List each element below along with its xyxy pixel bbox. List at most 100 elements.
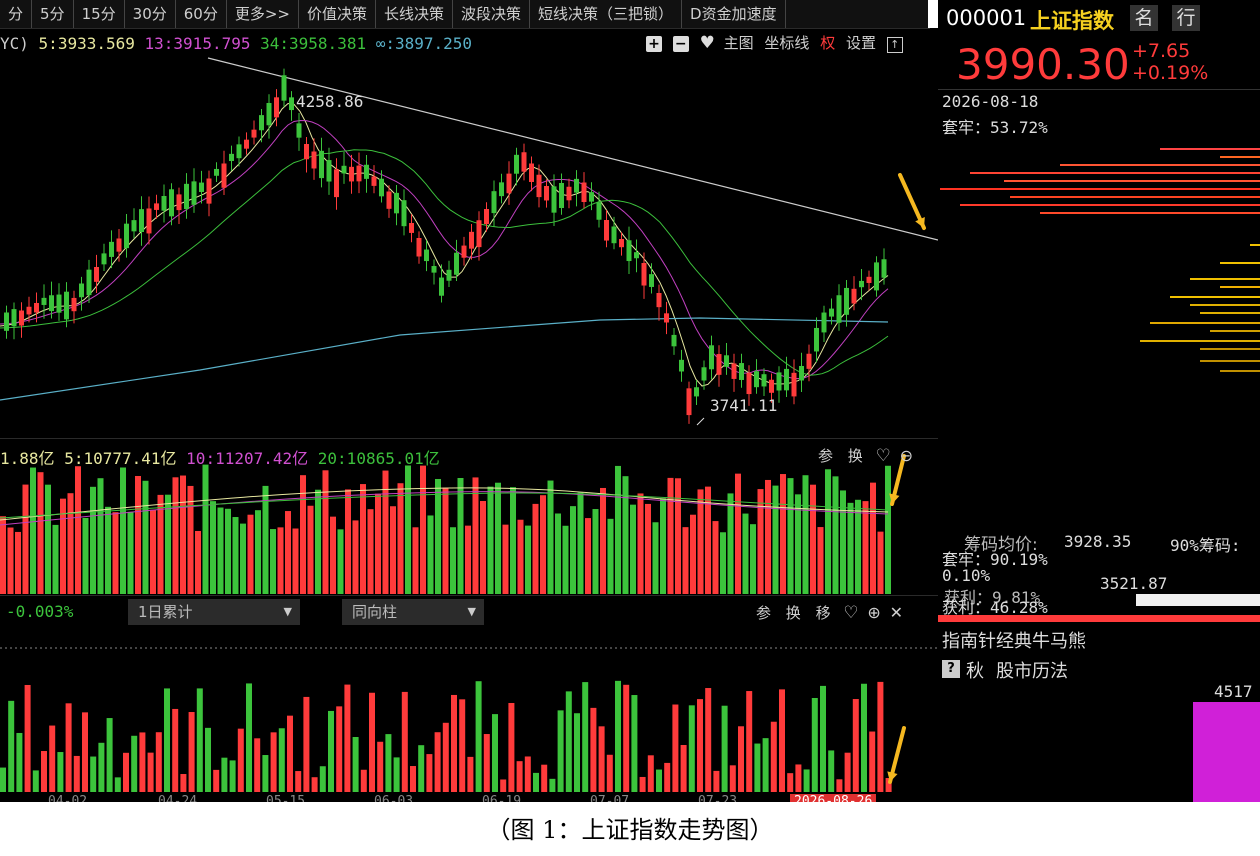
volume-bar: [307, 505, 314, 594]
chip-bar: [1200, 348, 1260, 350]
candle-body: [184, 183, 189, 210]
vol-zoom-out-icon[interactable]: ⊖: [900, 446, 913, 465]
low-marker: [696, 417, 705, 426]
volume-bar: [690, 514, 696, 594]
volume-bar: [637, 493, 644, 594]
calendar-value: 4517: [1214, 682, 1253, 701]
ma13-line: [0, 119, 889, 380]
candle-body: [206, 178, 212, 204]
volume-bar: [255, 510, 261, 594]
indicator-bar: [426, 754, 433, 792]
volume-bar: [105, 506, 111, 594]
indicator-bar: [49, 725, 56, 792]
indicator-bar: [188, 712, 195, 792]
candle-body: [634, 252, 639, 259]
candle-body: [86, 269, 92, 296]
ind-param-button[interactable]: 参: [756, 604, 771, 622]
indicator-bar: [795, 764, 802, 792]
volume-bar: [135, 475, 141, 594]
candle-body: [806, 353, 812, 369]
date-label: 04-24: [158, 794, 198, 802]
indicator-bar: [459, 699, 466, 792]
indicator-bar: [90, 756, 97, 792]
candle-body: [446, 269, 452, 281]
volume-bar: [15, 531, 21, 594]
volume-bar: [90, 486, 96, 594]
candle-body: [274, 97, 279, 118]
candle-body: [311, 151, 317, 169]
volume-bar: [472, 477, 479, 594]
volume-bar: [225, 508, 231, 594]
volume-bar: [787, 478, 794, 594]
volume-bar: [660, 498, 666, 594]
vol-heart-icon[interactable]: ♡: [876, 446, 891, 466]
candle-body: [484, 209, 489, 225]
volume-bar: [585, 518, 591, 594]
indicator-bar: [270, 732, 277, 792]
season-label: 秋: [966, 661, 984, 682]
candle-body: [431, 266, 437, 273]
volume-bar: [397, 483, 404, 594]
volume-bar: [780, 474, 786, 594]
ind-zoom-in-icon[interactable]: ⊕: [867, 603, 880, 622]
candle-body: [536, 174, 542, 198]
indicator-bar: [697, 699, 703, 792]
indicator-bar: [606, 754, 613, 792]
candle-body: [521, 152, 527, 172]
chip-bar: [1220, 286, 1260, 288]
candle-body: [221, 163, 227, 188]
candle-body: [499, 182, 504, 197]
indicator-bar: [278, 728, 285, 792]
volume-bar: [45, 484, 51, 594]
indicator-bar: [24, 684, 31, 792]
calendar-label: 股市历法: [996, 661, 1068, 682]
volume-bar: [180, 475, 186, 594]
indicator-bar: [311, 777, 318, 792]
volume-bar: [682, 527, 689, 594]
indicator-bar: [656, 769, 662, 792]
indicator-bar: [549, 778, 556, 792]
indicator-bar: [73, 755, 80, 792]
chip-bar: [1210, 330, 1260, 332]
candle-body: [701, 367, 707, 381]
volume-bar: [232, 517, 239, 594]
indicator-bar: [418, 745, 425, 792]
candle-body: [259, 115, 264, 131]
period-select[interactable]: 1日累计 ▼: [128, 599, 300, 625]
candle-body: [784, 368, 789, 391]
candle-body: [191, 181, 197, 205]
ind-move-button[interactable]: 移: [816, 604, 831, 622]
candle-body: [866, 276, 872, 283]
vol-switch-button[interactable]: 换: [848, 447, 863, 465]
candle-body: [769, 379, 774, 393]
candle-body: [626, 240, 632, 262]
candle-body: [34, 303, 39, 313]
help-icon[interactable]: ?: [942, 660, 960, 678]
candle-body: [829, 308, 834, 317]
indicator-bar: [57, 752, 64, 792]
date-label: 04-02: [48, 794, 88, 802]
indicator-bar: [246, 683, 252, 792]
vol-param-button[interactable]: 参: [818, 447, 833, 465]
volume-bar: [442, 487, 449, 594]
indicator-bar: [16, 732, 23, 792]
candle-body: [611, 226, 617, 244]
volume-bar: [772, 485, 779, 594]
indicator-title: 指南针经典牛马熊: [942, 631, 1086, 652]
volume-bar: [247, 514, 254, 594]
ind-close-icon[interactable]: ✕: [890, 603, 903, 622]
volume-bar: [315, 489, 321, 594]
bar-type-select[interactable]: 同向柱 ▼: [342, 599, 484, 625]
candle-body: [461, 245, 467, 258]
candle-body: [304, 144, 309, 160]
ind-switch-button[interactable]: 换: [786, 604, 801, 622]
volume-bar: [165, 494, 171, 594]
volume-bar: [450, 527, 456, 594]
ind-heart-icon[interactable]: ♡: [843, 603, 858, 623]
volume-bar: [217, 507, 224, 594]
indicator-bar: [172, 708, 179, 792]
candle-body: [709, 345, 714, 370]
volume-bar: [375, 493, 381, 594]
candle-body: [551, 186, 557, 213]
volume-bar: [367, 509, 374, 594]
